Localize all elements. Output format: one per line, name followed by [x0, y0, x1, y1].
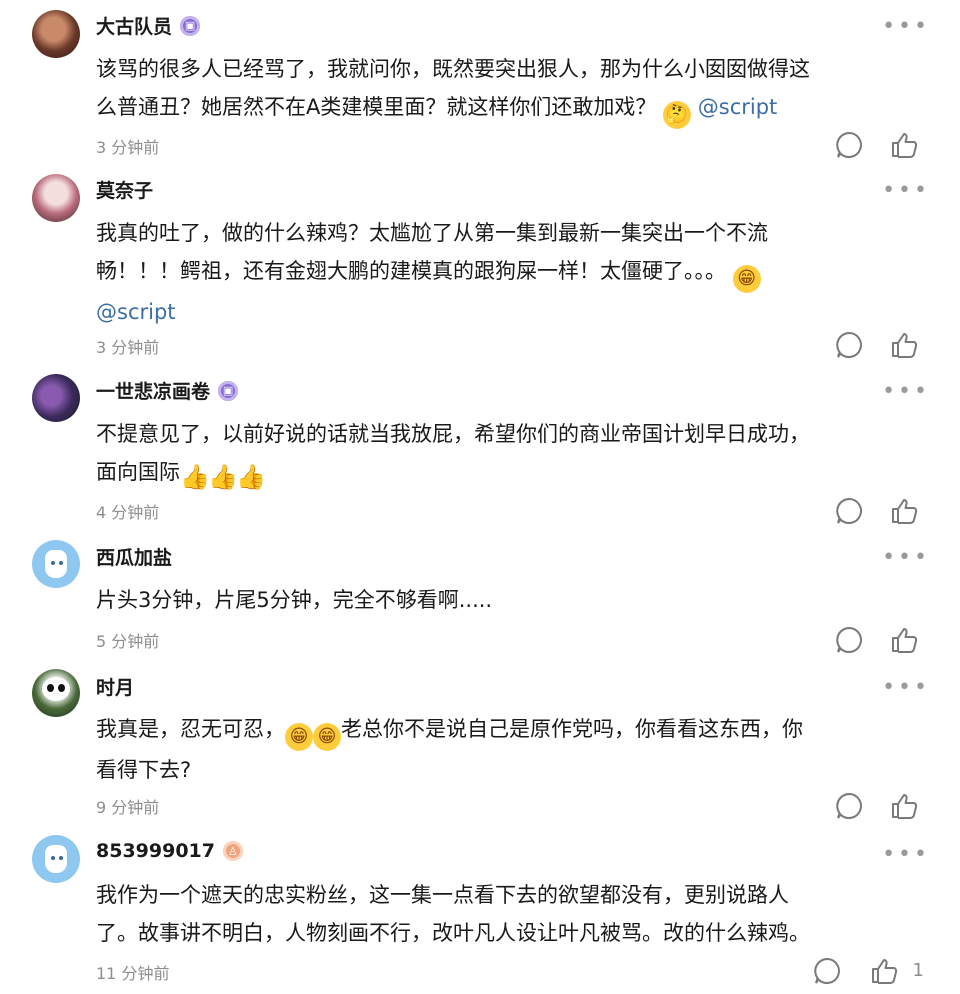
more-options-icon[interactable]: •••: [882, 16, 930, 38]
username[interactable]: 时月: [96, 673, 134, 700]
thumbs-up-emoji-icon: 👍: [208, 463, 238, 491]
avatar[interactable]: [32, 669, 80, 717]
avatar[interactable]: [32, 374, 80, 422]
like-count: 1: [912, 960, 924, 981]
comment-text: 不提意见了，以前好说的话就当我放屁，希望你们的商业帝国计划早日成功， 面向国际👍…: [96, 422, 810, 491]
thumbs-up-emoji-icon: 👍: [180, 463, 210, 491]
more-options-icon[interactable]: •••: [882, 381, 930, 403]
comment-text: 我作为一个遮天的忠实粉丝，这一集一点看下去的欲望都没有，更别说路人 了。故事讲不…: [96, 883, 810, 945]
thumbs-up-emoji-icon: 👍: [236, 463, 266, 491]
mention-link[interactable]: @script: [96, 293, 916, 331]
bunny-avatar-icon: [45, 550, 67, 578]
grin-emoji-icon: 😁: [285, 723, 313, 751]
avatar[interactable]: [32, 835, 80, 883]
grin-emoji-icon: 😁: [313, 723, 341, 751]
more-options-icon[interactable]: •••: [882, 677, 930, 699]
more-options-icon[interactable]: •••: [882, 844, 930, 866]
avatar[interactable]: [32, 174, 80, 222]
username[interactable]: 大古队员 ▣: [96, 12, 201, 39]
comment-icon[interactable]: [834, 625, 864, 655]
grin-emoji-icon: 😁: [732, 265, 761, 293]
member-badge-icon: ▣: [218, 380, 239, 401]
comment-icon[interactable]: [834, 330, 864, 360]
like-icon[interactable]: [890, 791, 920, 821]
comment-icon[interactable]: [812, 956, 842, 986]
more-options-icon[interactable]: •••: [882, 547, 930, 569]
level-badge-icon: ♙: [222, 841, 243, 861]
comment-text: 该骂的很多人已经骂了，我就问你，既然要突出狠人，那为什么小囡囡做得这 么普通丑？…: [96, 50, 916, 129]
thinking-emoji-icon: 🤔: [663, 101, 692, 129]
timestamp: 4 分钟前: [96, 503, 160, 522]
timestamp: 11 分钟前: [96, 964, 170, 983]
timestamp: 3 分钟前: [96, 338, 160, 357]
comment-icon[interactable]: [834, 130, 864, 160]
like-icon[interactable]: [870, 956, 900, 986]
avatar[interactable]: [32, 10, 80, 58]
like-icon[interactable]: [890, 130, 920, 160]
username[interactable]: 莫奈子: [96, 176, 153, 203]
mention-link[interactable]: @script: [698, 95, 778, 119]
username[interactable]: 西瓜加盐: [96, 543, 172, 570]
member-badge-icon: ▣: [180, 15, 201, 36]
like-icon[interactable]: [890, 330, 920, 360]
comment-icon[interactable]: [834, 496, 864, 526]
bunny-avatar-icon: [45, 845, 67, 873]
more-options-icon[interactable]: •••: [882, 180, 930, 202]
like-icon[interactable]: [890, 625, 920, 655]
username[interactable]: 一世悲凉画卷 ▣: [96, 377, 239, 404]
username[interactable]: 853999017 ♙: [96, 840, 243, 862]
timestamp: 5 分钟前: [96, 632, 160, 651]
comment-text: 我真的吐了，做的什么辣鸡？太尴尬了从第一集到最新一集突出一个不流 畅！！！鳄祖，…: [96, 214, 916, 331]
timestamp: 9 分钟前: [96, 798, 160, 817]
comment-text: 我真是，忍无可忍， 😁 😁 老总你不是说自己是原作党吗，你看看这东西，你 看得下去?: [96, 717, 803, 782]
avatar[interactable]: [32, 540, 80, 588]
like-icon[interactable]: [890, 496, 920, 526]
comment-icon[interactable]: [834, 791, 864, 821]
comment-text: 片头3分钟，片尾5分钟，完全不够看啊.....: [96, 588, 493, 612]
timestamp: 3 分钟前: [96, 138, 160, 157]
